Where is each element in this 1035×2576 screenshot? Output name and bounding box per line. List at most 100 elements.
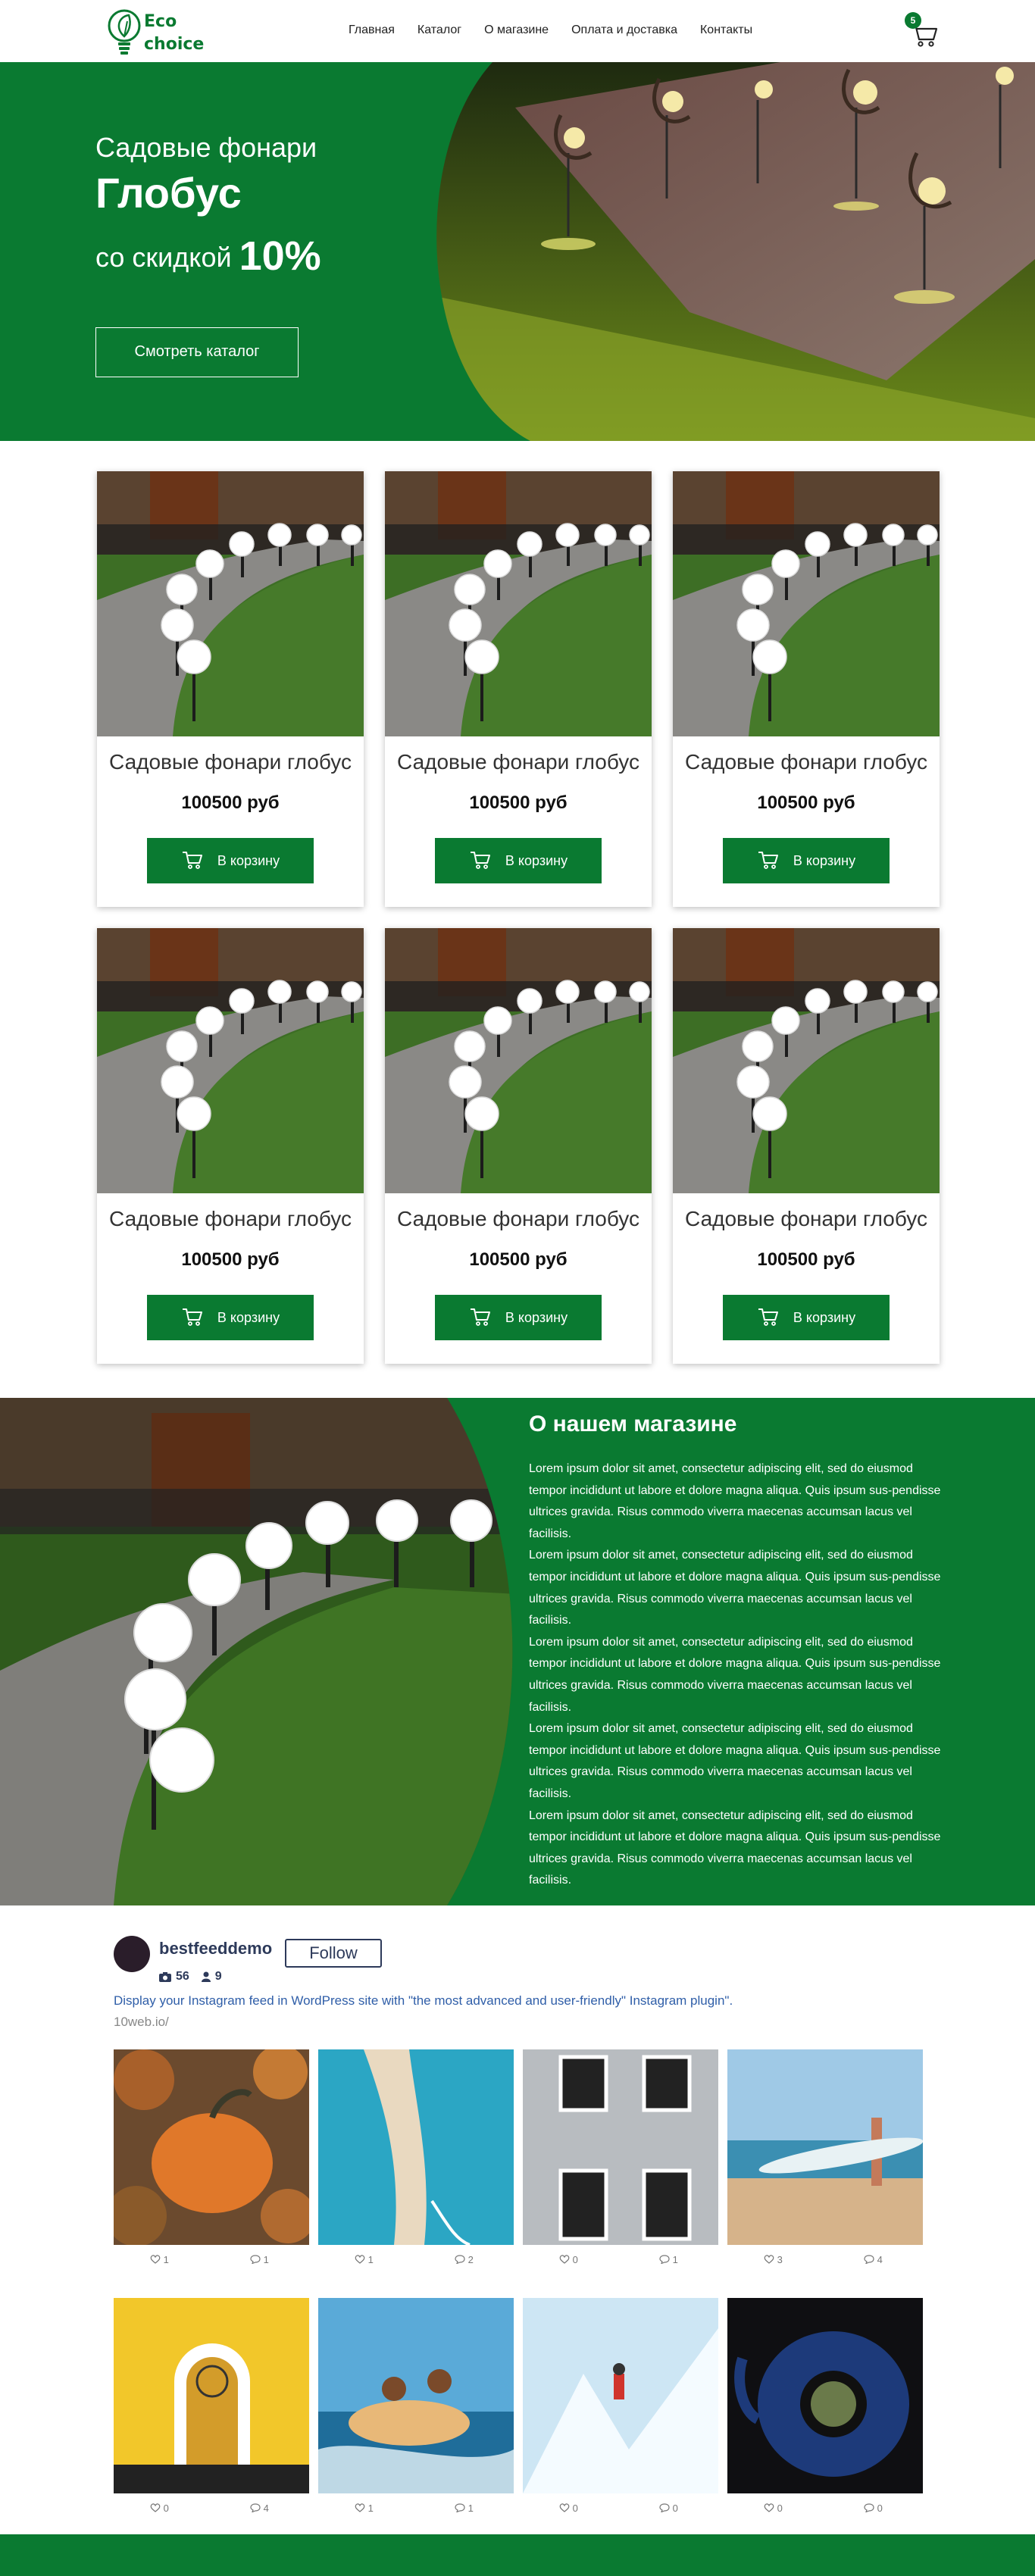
- add-to-cart-button[interactable]: В корзину: [147, 838, 314, 883]
- hero-banner: Садовые фонари Глобус со скидкой 10% Смот…: [0, 62, 1035, 441]
- posts-count: 56: [176, 1970, 189, 1983]
- instagram-post-tea-kettle[interactable]: [727, 2298, 923, 2493]
- likes-value: 3: [777, 2254, 783, 2265]
- add-to-cart-button[interactable]: В корзину: [723, 838, 890, 883]
- add-to-cart-label: В корзину: [505, 852, 568, 868]
- product-image[interactable]: [97, 471, 364, 736]
- site-header: Eco choice Главная Каталог О магазине Оп…: [0, 0, 1035, 62]
- comments-count: 0: [659, 2503, 678, 2514]
- hero-garden-lanterns-image: [436, 62, 1035, 441]
- site-logo[interactable]: Eco choice: [106, 6, 212, 58]
- about-paragraph: Lorem ipsum dolor sit amet, consectetur …: [529, 1809, 941, 1887]
- comments-count: 4: [864, 2254, 883, 2265]
- likes-value: 0: [572, 2503, 578, 2514]
- about-text: Lorem ipsum dolor sit amet, consectetur …: [529, 1458, 946, 1892]
- comments-value: 0: [877, 2503, 883, 2514]
- product-card[interactable]: Садовые фонари глобус 100500 руб В корзи…: [97, 471, 364, 907]
- comments-value: 2: [467, 2254, 474, 2265]
- heart-icon: [355, 2255, 365, 2264]
- nav-payment-delivery[interactable]: Оплата и доставка: [571, 21, 677, 39]
- product-title[interactable]: Садовые фонари глобус: [385, 1207, 652, 1231]
- instagram-post-pumpkin[interactable]: [114, 2049, 309, 2245]
- likes-value: 1: [163, 2254, 169, 2265]
- instagram-post-stats: 1 2: [318, 2254, 514, 2269]
- instagram-post-rafting[interactable]: [318, 2298, 514, 2493]
- comment-icon: [250, 2503, 261, 2513]
- product-image[interactable]: [673, 928, 940, 1193]
- cart-icon: [182, 1308, 202, 1326]
- instagram-post-stats: 0 0: [523, 2503, 718, 2518]
- product-title[interactable]: Садовые фонари глобус: [97, 750, 364, 774]
- main-nav: Главная Каталог О магазине Оплата и дост…: [349, 21, 752, 39]
- add-to-cart-label: В корзину: [793, 852, 856, 868]
- likes-count: 0: [764, 2503, 783, 2514]
- instagram-post-yellow-door[interactable]: [114, 2298, 309, 2493]
- hero-title: Глобус: [95, 169, 242, 217]
- add-to-cart-button[interactable]: В корзину: [435, 838, 602, 883]
- product-price: 100500 руб: [181, 792, 280, 813]
- product-image[interactable]: [385, 471, 652, 736]
- product-card[interactable]: Садовые фонари глобус 100500 руб В корзи…: [385, 928, 652, 1364]
- user-icon: [201, 1971, 211, 1982]
- product-price: 100500 руб: [469, 792, 568, 813]
- product-card[interactable]: Садовые фонари глобус 100500 руб В корзи…: [97, 928, 364, 1364]
- about-title: О нашем магазине: [529, 1411, 737, 1436]
- likes-value: 1: [367, 2503, 374, 2514]
- followers-count: 9: [214, 1970, 222, 1983]
- product-title[interactable]: Садовые фонари глобус: [97, 1207, 364, 1231]
- add-to-cart-label: В корзину: [505, 1309, 568, 1325]
- followers-stat: 9: [201, 1970, 222, 1984]
- nav-contacts[interactable]: Контакты: [700, 21, 752, 39]
- cart-icon: [470, 852, 490, 869]
- heart-icon: [559, 2255, 570, 2264]
- cart-button[interactable]: 5: [902, 12, 938, 48]
- product-card[interactable]: Садовые фонари глобус 100500 руб В корзи…: [673, 471, 940, 907]
- add-to-cart-button[interactable]: В корзину: [723, 1295, 890, 1340]
- instagram-post-stats: 0 4: [114, 2503, 309, 2518]
- comments-count: 4: [250, 2503, 269, 2514]
- product-title[interactable]: Садовые фонари глобус: [673, 1207, 940, 1231]
- hero-discount-percent: 10%: [239, 233, 321, 279]
- product-card[interactable]: Садовые фонари глобус 100500 руб В корзи…: [385, 471, 652, 907]
- add-to-cart-button[interactable]: В корзину: [435, 1295, 602, 1340]
- instagram-post-windows-facade[interactable]: [523, 2049, 718, 2245]
- instagram-post-ice-climber[interactable]: [523, 2298, 718, 2493]
- add-to-cart-button[interactable]: В корзину: [147, 1295, 314, 1340]
- product-image[interactable]: [673, 471, 940, 736]
- likes-count: 0: [559, 2503, 578, 2514]
- likes-count: 0: [559, 2254, 578, 2265]
- comment-icon: [659, 2255, 670, 2265]
- product-image[interactable]: [97, 928, 364, 1193]
- instagram-website-link[interactable]: 10web.io/: [114, 2015, 169, 2030]
- product-price: 100500 руб: [469, 1249, 568, 1270]
- product-title[interactable]: Садовые фонари глобус: [673, 750, 940, 774]
- likes-value: 1: [367, 2254, 374, 2265]
- view-catalog-button[interactable]: Смотреть каталог: [95, 327, 299, 377]
- product-image[interactable]: [385, 928, 652, 1193]
- comments-count: 1: [659, 2254, 678, 2265]
- nav-about[interactable]: О магазине: [484, 21, 549, 39]
- product-card[interactable]: Садовые фонари глобус 100500 руб В корзи…: [673, 928, 940, 1364]
- likes-value: 0: [777, 2503, 783, 2514]
- nav-home[interactable]: Главная: [349, 21, 395, 39]
- product-price: 100500 руб: [757, 1249, 855, 1270]
- comments-value: 0: [672, 2503, 678, 2514]
- comments-count: 0: [864, 2503, 883, 2514]
- instagram-post-pier-aerial[interactable]: [318, 2049, 514, 2245]
- instagram-post-surfer-beach[interactable]: [727, 2049, 923, 2245]
- instagram-avatar[interactable]: [114, 1936, 150, 1972]
- logo-text: Eco choice: [144, 11, 204, 56]
- instagram-bio: Display your Instagram feed in WordPress…: [114, 1993, 733, 2008]
- cart-icon: [470, 1308, 490, 1326]
- instagram-username[interactable]: bestfeeddemo: [159, 1939, 272, 1959]
- about-section: О нашем магазине Lorem ipsum dolor sit a…: [0, 1398, 1035, 1905]
- follow-button[interactable]: Follow: [285, 1939, 382, 1968]
- product-price: 100500 руб: [757, 792, 855, 813]
- comment-icon: [455, 2503, 465, 2513]
- about-garden-lanterns-image: [0, 1398, 513, 1905]
- nav-catalog[interactable]: Каталог: [417, 21, 461, 39]
- cart-icon: [182, 852, 202, 869]
- product-title[interactable]: Садовые фонари глобус: [385, 750, 652, 774]
- comments-count: 2: [455, 2254, 474, 2265]
- heart-icon: [150, 2503, 161, 2512]
